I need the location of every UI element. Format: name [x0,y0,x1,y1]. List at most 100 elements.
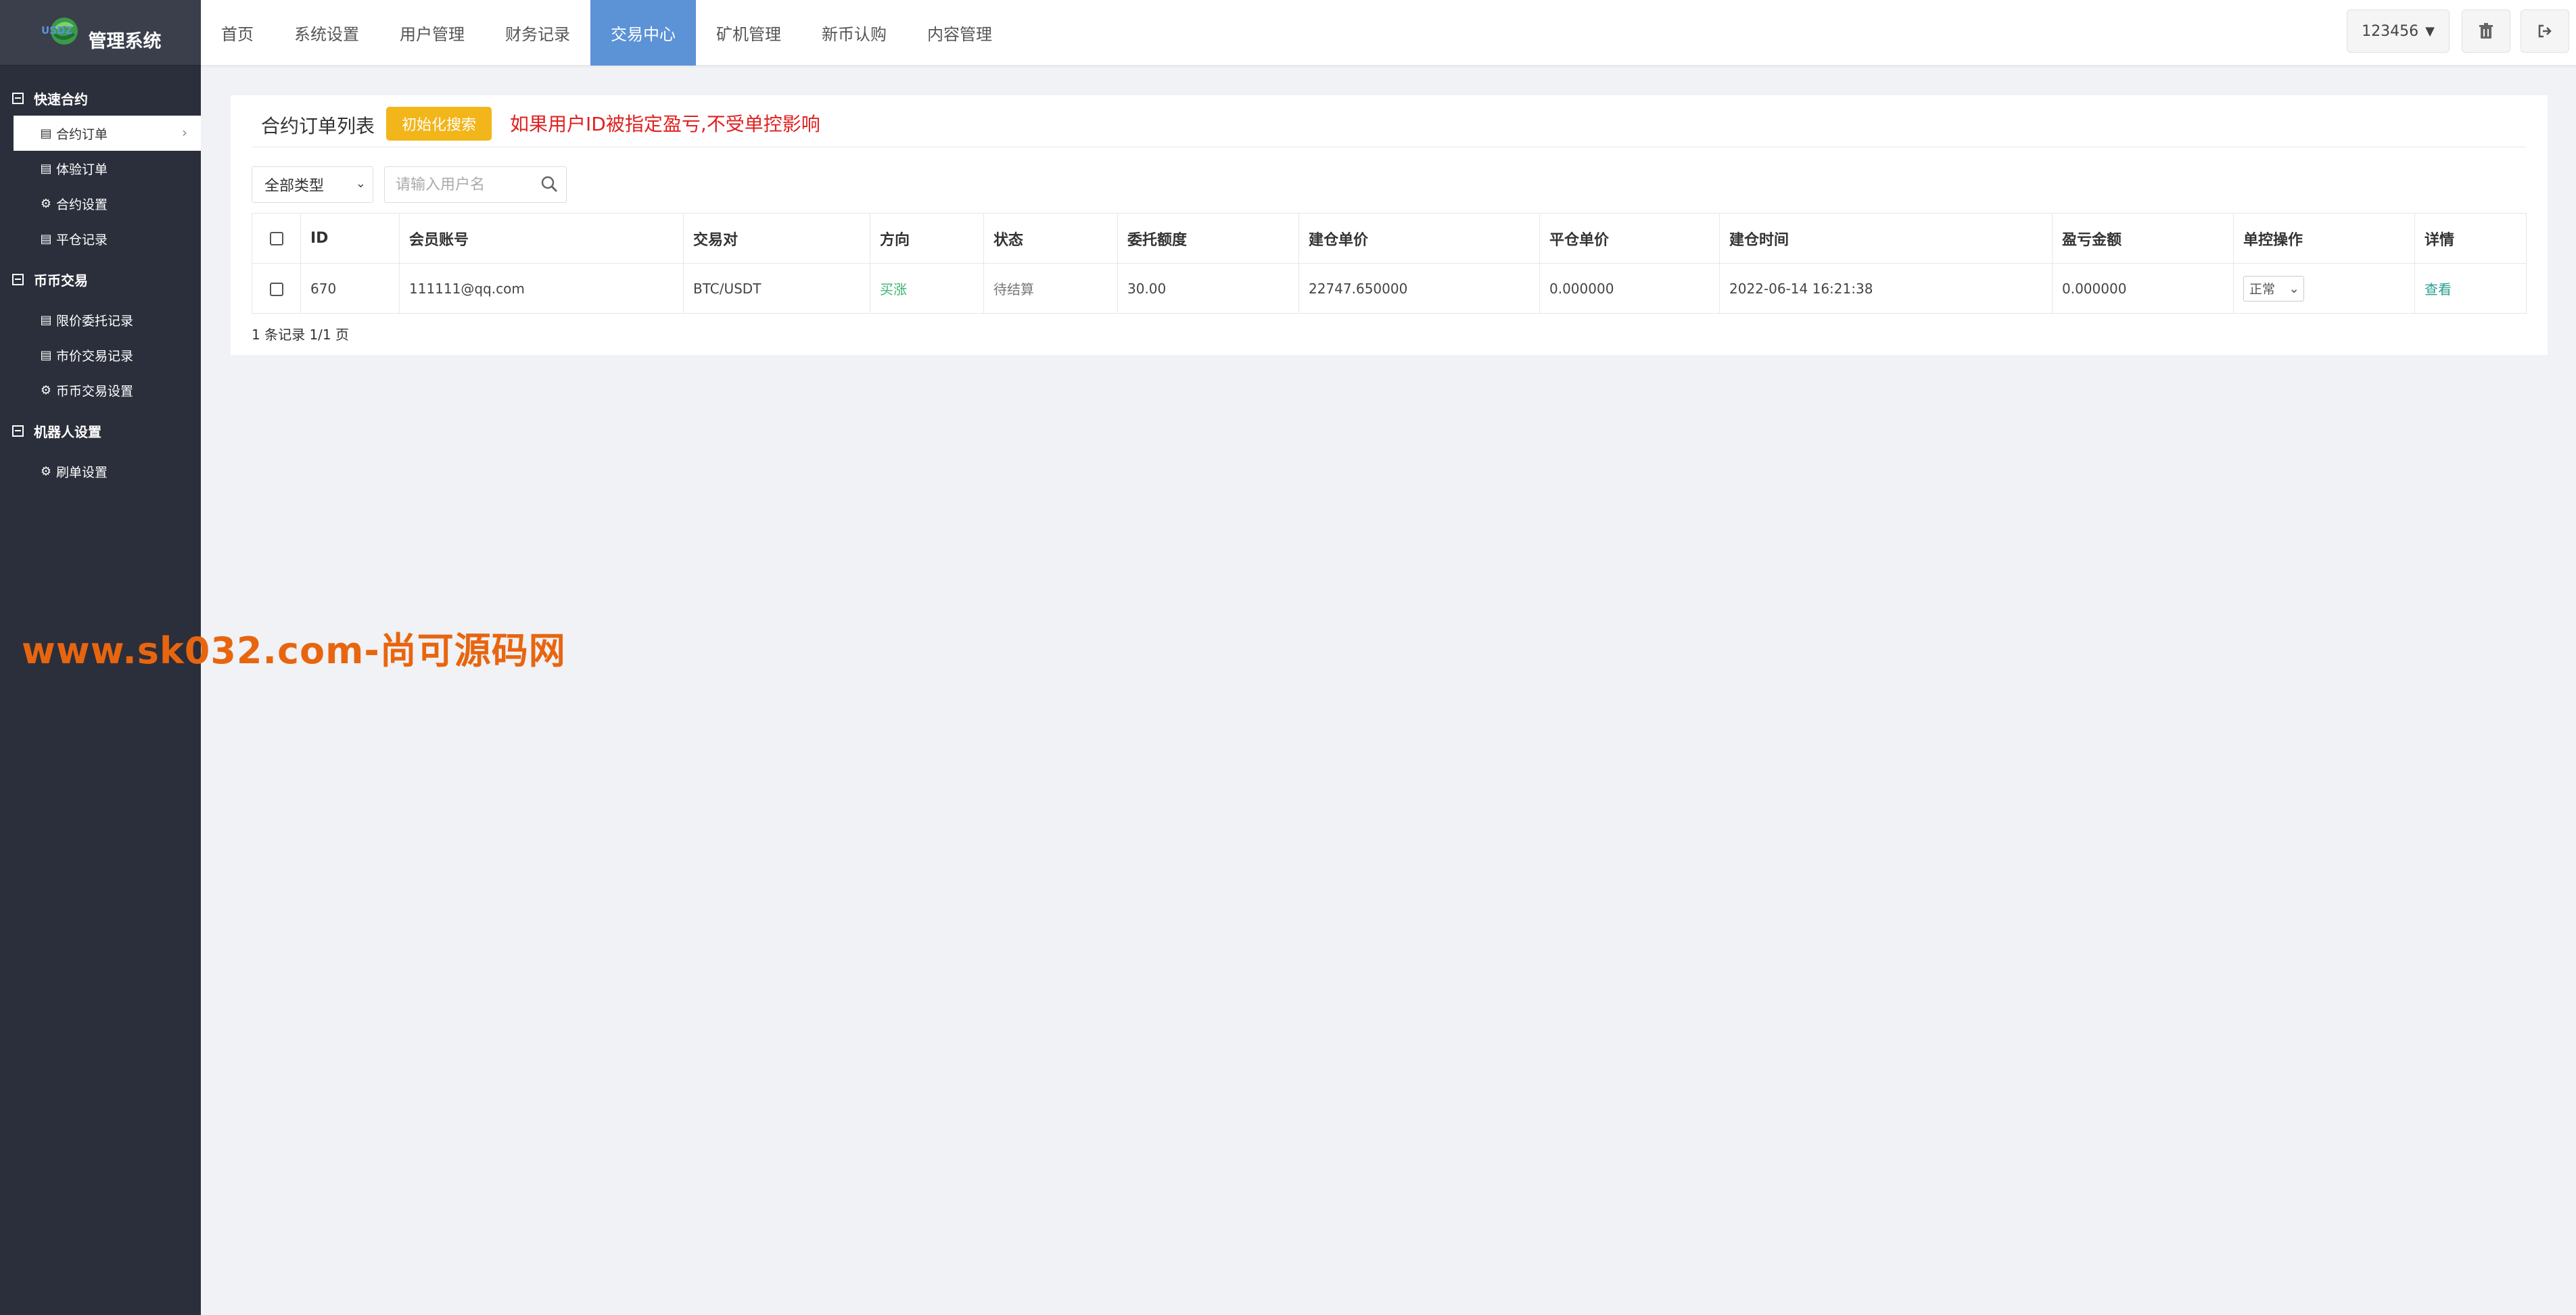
gear-icon: ⚙ [40,196,52,211]
cell-control: 正常 ⌄ [2233,263,2415,314]
chevron-right-icon: › [182,124,187,141]
table-header-row: ID 会员账号 交易对 方向 状态 委托额度 建仓单价 平仓单价 建仓时间 盈亏… [252,213,2527,264]
user-name: 123456 [2362,22,2419,40]
logout-icon [2538,24,2552,38]
collapse-icon [12,92,24,104]
user-menu-button[interactable]: 123456 ▼ [2347,9,2450,53]
cell-open-time: 2022-06-14 16:21:38 [1719,263,2053,314]
sidebar-group-spot: 币币交易 ▤ 限价委托记录 ▤ 市价交易记录 ⚙ 币币交易设置 [0,256,201,408]
cell-pnl: 0.000000 [2052,263,2234,314]
cell-status: 待结算 [983,263,1118,314]
top-nav: 首页 系统设置 用户管理 财务记录 交易中心 矿机管理 新币认购 内容管理 [201,0,2576,66]
sidebar-group-label: 快速合约 [34,91,88,107]
view-detail-link[interactable]: 查看 [2425,281,2452,297]
sidebar-item-contract-orders[interactable]: ▤ 合约订单 › [14,116,201,151]
topbar: 首页 系统设置 用户管理 财务记录 交易中心 矿机管理 新币认购 内容管理 12… [201,0,2576,66]
sidebar-item-label: 体验订单 [56,162,108,177]
search-input[interactable] [385,167,527,202]
chevron-down-icon: ⌄ [2289,281,2299,296]
col-header-open-price[interactable]: 建仓单价 [1298,213,1540,264]
col-header-account[interactable]: 会员账号 [399,213,684,264]
panel-header: 合约订单列表 初始化搜索 如果用户ID被指定盈亏,不受单控影响 [231,95,2548,147]
table-icon: ▤ [40,231,52,246]
cell-detail: 查看 [2414,263,2527,314]
sidebar-group-contract: 快速合约 ▤ 合约订单 › ▤ 体验订单 ⚙ 合约设置 ▤ 平仓记录 [0,66,201,256]
nav-miner-management[interactable]: 矿机管理 [696,0,801,66]
cell-direction: 买涨 [870,263,984,314]
col-header-direction[interactable]: 方向 [870,213,984,264]
caret-down-icon: ▼ [2425,24,2435,39]
nav-home[interactable]: 首页 [201,0,274,66]
cell-amount: 30.00 [1117,263,1299,314]
order-list-panel: 合约订单列表 初始化搜索 如果用户ID被指定盈亏,不受单控影响 全部类型 ⌄ I… [231,95,2548,355]
col-header-status[interactable]: 状态 [983,213,1118,264]
type-select[interactable]: 全部类型 ⌄ [252,166,373,203]
nav-new-coin-subscription[interactable]: 新币认购 [801,0,907,66]
logo: USDZ 管理系统 [0,0,201,66]
col-header-id[interactable]: ID [300,213,400,264]
col-header-detail[interactable]: 详情 [2414,213,2527,264]
sidebar-item-spot-settings[interactable]: ⚙ 币币交易设置 [0,373,201,408]
cell-open-price: 22747.650000 [1298,263,1540,314]
sidebar-group-label: 机器人设置 [34,423,101,440]
sidebar-item-label: 合约设置 [56,197,108,212]
nav-system-settings[interactable]: 系统设置 [274,0,379,66]
sidebar-group-head[interactable]: 机器人设置 [0,413,201,448]
sidebar-item-brush-settings[interactable]: ⚙ 刷单设置 [0,454,201,489]
sidebar-group-head[interactable]: 币币交易 [0,262,201,297]
sidebar-group-head[interactable]: 快速合约 [0,80,201,116]
type-select-value: 全部类型 [264,178,325,195]
search-box [384,166,567,203]
sidebar-item-label: 限价委托记录 [56,313,134,329]
row-checkbox[interactable] [269,283,283,296]
sidebar-item-close-records[interactable]: ▤ 平仓记录 [0,221,201,256]
col-header-pnl[interactable]: 盈亏金额 [2052,213,2234,264]
orders-table: ID 会员账号 交易对 方向 状态 委托额度 建仓单价 平仓单价 建仓时间 盈亏… [252,213,2527,314]
clear-cache-button[interactable] [2462,9,2510,53]
sidebar-group-label: 币币交易 [34,272,88,289]
cell-pair: BTC/USDT [683,263,870,314]
sidebar-item-label: 币币交易设置 [56,383,134,399]
select-all-cell [252,213,301,264]
search-icon[interactable] [540,175,558,193]
col-header-amount[interactable]: 委托额度 [1117,213,1299,264]
nav-content-management[interactable]: 内容管理 [907,0,1012,66]
nav-finance-records[interactable]: 财务记录 [485,0,590,66]
nav-user-management[interactable]: 用户管理 [379,0,485,66]
select-all-checkbox[interactable] [269,232,283,245]
sidebar-item-label: 市价交易记录 [56,348,134,364]
app-title: 管理系统 [88,30,162,52]
table-icon: ▤ [40,348,52,362]
row-select-cell [252,263,301,314]
sidebar-group-robot: 机器人设置 ⚙ 刷单设置 [0,408,201,489]
logo-text: USDZ [41,24,72,37]
sidebar-item-limit-orders[interactable]: ▤ 限价委托记录 [0,302,201,337]
col-header-close-price[interactable]: 平仓单价 [1539,213,1720,264]
sidebar-item-market-trades[interactable]: ▤ 市价交易记录 [0,337,201,373]
reset-search-button[interactable]: 初始化搜索 [386,107,492,141]
trash-icon [2479,23,2493,39]
sidebar-item-contract-settings[interactable]: ⚙ 合约设置 [0,186,201,221]
cell-close-price: 0.000000 [1539,263,1720,314]
table-icon: ▤ [40,161,52,176]
cell-id: 670 [300,263,400,314]
gear-icon: ⚙ [40,464,52,479]
col-header-control[interactable]: 单控操作 [2233,213,2415,264]
control-select[interactable]: 正常 ⌄ [2243,275,2304,302]
filter-bar: 全部类型 ⌄ [252,166,567,203]
col-header-pair[interactable]: 交易对 [683,213,870,264]
gear-icon: ⚙ [40,383,52,398]
cell-account: 111111@qq.com [399,263,684,314]
collapse-icon [12,425,24,437]
logo-mark: USDZ [40,15,85,50]
collapse-icon [12,273,24,285]
watermark: www.sk032.com-尚可源码网 [22,629,566,672]
logout-button[interactable] [2521,9,2569,53]
sidebar-item-label: 合约订单 [56,126,108,142]
sidebar-item-trial-orders[interactable]: ▤ 体验订单 [0,151,201,186]
table-icon: ▤ [40,312,52,327]
col-header-open-time[interactable]: 建仓时间 [1719,213,2053,264]
table-icon: ▤ [40,126,52,141]
nav-trading-center[interactable]: 交易中心 [590,0,696,66]
table-row: 670 111111@qq.com BTC/USDT 买涨 待结算 30.00 … [252,263,2527,314]
